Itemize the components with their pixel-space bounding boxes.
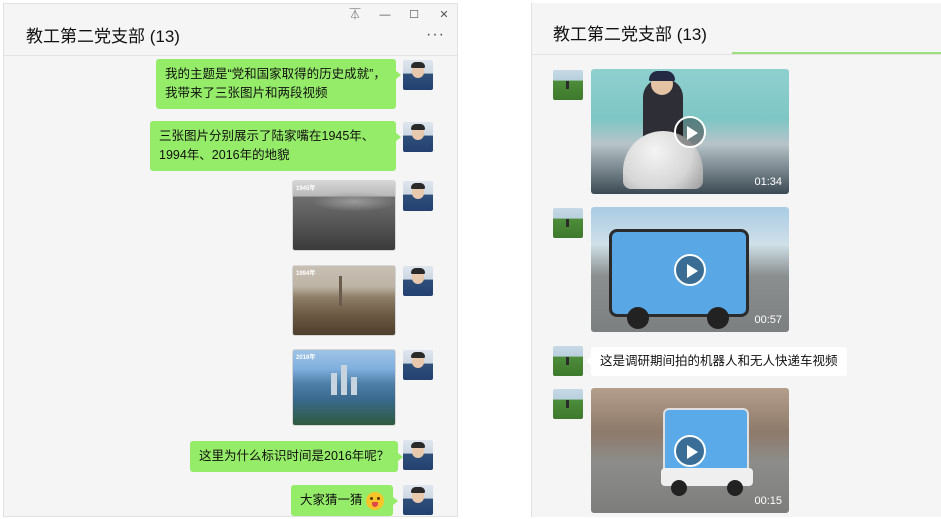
screenshot-stage: ⏄ — ☐ ✕ 教工第二党支部 (13) ··· 我的主题是“党和国家取得的历史…	[0, 0, 941, 519]
avatar[interactable]	[553, 70, 583, 100]
message-bubble[interactable]: 三张图片分别展示了陆家嘴在1945年、1994年、2016年的地貌	[150, 121, 401, 171]
pin-icon[interactable]: ⏄	[347, 7, 363, 23]
close-icon[interactable]: ✕	[436, 7, 452, 23]
play-icon[interactable]	[674, 434, 706, 467]
video-duration: 01:34	[754, 176, 782, 188]
avatar[interactable]	[403, 440, 433, 470]
tongue-out-emoji-icon	[365, 491, 384, 510]
message-bubble[interactable]: 这里为什么标识时间是2016年呢？	[190, 441, 404, 472]
avatar[interactable]	[553, 346, 583, 376]
avatar[interactable]	[403, 266, 433, 296]
avatar[interactable]	[553, 208, 583, 238]
video-message[interactable]: 01:34	[591, 69, 789, 194]
avatar[interactable]	[403, 350, 433, 380]
video-duration: 00:57	[754, 314, 782, 326]
video-message[interactable]: 00:57	[591, 207, 789, 332]
chat-window-left: ⏄ — ☐ ✕ 教工第二党支部 (13) ··· 我的主题是“党和国家取得的历史…	[3, 3, 458, 517]
image-message-1945[interactable]: 1945年	[292, 180, 396, 251]
message-bubble[interactable]: 我的主题是“党和国家取得的历史成就”，我带来了三张图片和两段视频	[156, 59, 401, 109]
message-text: 大家猜一猜	[300, 493, 363, 507]
chat-title: 教工第二党支部 (13)	[26, 27, 180, 46]
play-icon[interactable]	[674, 115, 706, 148]
chat-title: 教工第二党支部 (13)	[553, 25, 707, 44]
avatar[interactable]	[553, 389, 583, 419]
image-message-2016[interactable]: 2016年	[292, 349, 396, 426]
message-bubble[interactable]: 这是调研期间拍的机器人和无人快递车视频	[586, 347, 847, 376]
avatar[interactable]	[403, 181, 433, 211]
image-year-label: 1994年	[296, 271, 316, 277]
avatar[interactable]	[403, 122, 433, 152]
video-duration: 00:15	[754, 495, 782, 507]
header-divider	[4, 55, 457, 56]
avatar[interactable]	[403, 485, 433, 515]
avatar[interactable]	[403, 60, 433, 90]
image-year-label: 1945年	[296, 186, 316, 192]
header-divider	[532, 54, 941, 55]
more-options-icon[interactable]: ···	[426, 26, 445, 44]
message-bubble[interactable]: 大家猜一猜	[291, 485, 398, 516]
minimize-icon[interactable]: —	[377, 7, 393, 23]
video-message[interactable]: 00:15	[591, 388, 789, 513]
image-year-label: 2016年	[296, 355, 316, 361]
image-message-1994[interactable]: 1994年	[292, 265, 396, 336]
chat-window-right: 教工第二党支部 (13) 01:34 00:57 这是调研期间拍的机器人和无人快…	[531, 3, 941, 517]
maximize-icon[interactable]: ☐	[406, 7, 422, 23]
play-icon[interactable]	[674, 253, 706, 286]
